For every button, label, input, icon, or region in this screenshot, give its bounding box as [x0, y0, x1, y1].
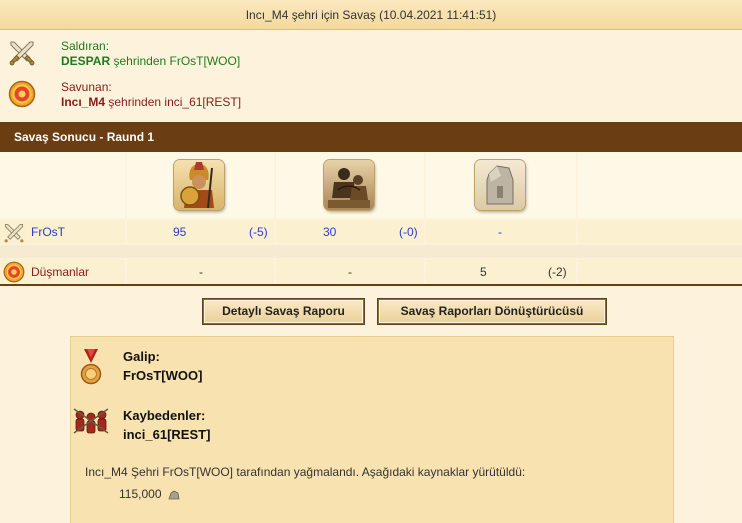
unit-loss: (-0): [399, 225, 418, 239]
attacker-info: Saldıran: DESPAR şehrinden FrOsT[WOO]: [8, 39, 408, 71]
row-label-frost: FrOsT: [0, 220, 125, 243]
winner-medal-icon: [80, 349, 102, 385]
winner-label: Galip:: [123, 349, 160, 364]
attacker-city[interactable]: DESPAR: [61, 54, 110, 68]
cell-enemies-unit-3: 5 (-2): [426, 259, 576, 284]
stone-resource-icon: [168, 490, 180, 500]
cell-enemies-unit-1: -: [127, 259, 274, 284]
unit-column-3: [426, 152, 576, 218]
unit-count: -: [498, 225, 502, 239]
row-label-enemies: Düşmanlar: [0, 259, 125, 284]
defender-city[interactable]: Incı_M4: [61, 95, 105, 109]
row-player-name[interactable]: FrOsT: [31, 225, 65, 239]
unit-count: 95: [173, 225, 187, 239]
loot-row: 115,000: [119, 487, 180, 501]
unit-count: 30: [323, 225, 337, 239]
losers-name: inci_61[REST]: [123, 427, 211, 442]
losers-icon: [73, 408, 109, 434]
plunder-message: Incı_M4 Şehri FrOsT[WOO] tarafından yağm…: [85, 465, 526, 479]
shield-icon: [8, 80, 36, 108]
winner-name: FrOsT[WOO]: [123, 368, 203, 383]
report-title: Incı_M4 şehri için Savaş (10.04.2021 11:…: [0, 0, 742, 30]
hoplite-unit-icon[interactable]: [174, 160, 224, 210]
shield-icon: [3, 261, 25, 283]
result-header: Savaş Sonucu - Raund 1: [0, 122, 742, 152]
attacker-role-label: Saldıran:: [61, 39, 110, 53]
cell-frost-unit-1: 95 (-5): [127, 220, 274, 243]
loot-amount: 115,000: [119, 487, 162, 501]
unit-loss: (-5): [249, 225, 268, 239]
detailed-report-button[interactable]: Detaylı Savaş Raporu: [202, 298, 365, 325]
losers-label: Kaybedenler:: [123, 408, 206, 423]
grid-corner: [0, 152, 125, 218]
unit-count: 5: [480, 265, 487, 279]
battle-result-grid: FrOsT 95 (-5) 30 (-0) - Düşmanlar - - 5 …: [0, 152, 742, 284]
unit-column-1: [127, 152, 274, 218]
grid-empty-column: [578, 152, 742, 218]
cell-frost-unit-3: -: [426, 220, 576, 243]
battle-summary-panel: Galip: FrOsT[WOO] Kaybedenler: inci_61[R…: [70, 336, 674, 523]
crossed-swords-icon: [9, 41, 35, 66]
cell-frost-unit-2: 30 (-0): [276, 220, 424, 243]
unit-loss: (-2): [548, 265, 567, 279]
wall-unit-icon[interactable]: [475, 160, 525, 210]
unit-count: -: [348, 265, 352, 279]
defender-info: Savunan: Incı_M4 şehrinden inci_61[REST]: [8, 80, 408, 112]
unit-count: -: [199, 265, 203, 279]
unit-column-2: [276, 152, 424, 218]
archer-unit-icon[interactable]: [324, 160, 374, 210]
row-spacer: [0, 245, 742, 258]
defender-player[interactable]: şehrinden inci_61[REST]: [108, 95, 241, 109]
crossed-swords-icon: [4, 223, 24, 243]
defender-role-label: Savunan:: [61, 80, 112, 94]
cell-frost-empty: [578, 220, 742, 243]
row-enemies-name: Düşmanlar: [31, 265, 90, 279]
grid-bottom-divider: [0, 284, 742, 286]
cell-enemies-unit-2: -: [276, 259, 424, 284]
cell-enemies-empty: [578, 259, 742, 284]
report-converter-button[interactable]: Savaş Raporları Dönüştürücüsü: [377, 298, 607, 325]
attacker-player[interactable]: şehrinden FrOsT[WOO]: [113, 54, 240, 68]
